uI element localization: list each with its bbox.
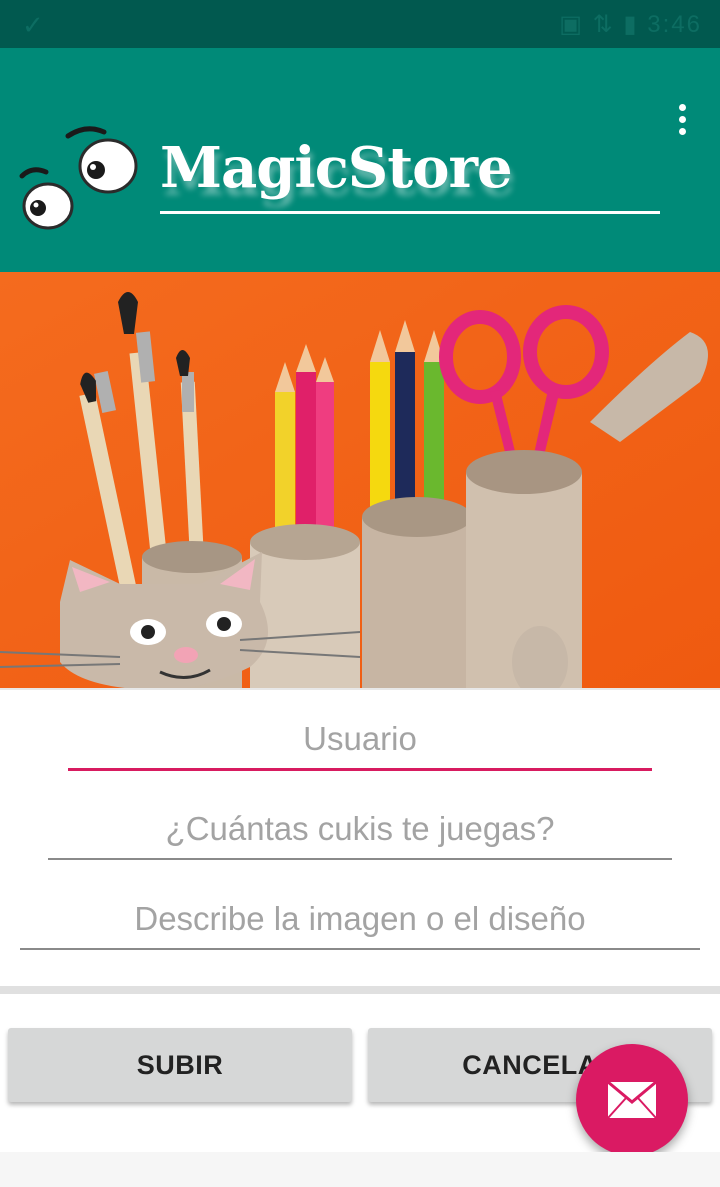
email-fab-button[interactable] <box>576 1044 688 1156</box>
hero-image <box>0 272 720 690</box>
more-vert-icon[interactable] <box>670 104 694 138</box>
status-left-icon: ✓ <box>22 10 44 40</box>
username-input[interactable]: Usuario <box>68 720 652 771</box>
divider <box>0 986 720 994</box>
amount-input[interactable]: ¿Cuántas cukis te juegas? <box>48 810 672 860</box>
status-bar: ✓ ▣ ⇅ ▮ 3:46 <box>0 0 720 48</box>
status-indicators: ▣ ⇅ ▮ 3:46 <box>559 11 702 38</box>
title-underline <box>160 211 660 214</box>
app-title: MagicStore <box>160 135 513 201</box>
bottom-area <box>0 1152 720 1187</box>
eyes-logo-icon <box>19 126 138 230</box>
email-icon <box>607 1080 657 1119</box>
description-input[interactable]: Describe la imagen o el diseño <box>20 900 700 950</box>
upload-button[interactable]: SUBIR <box>8 1028 352 1102</box>
